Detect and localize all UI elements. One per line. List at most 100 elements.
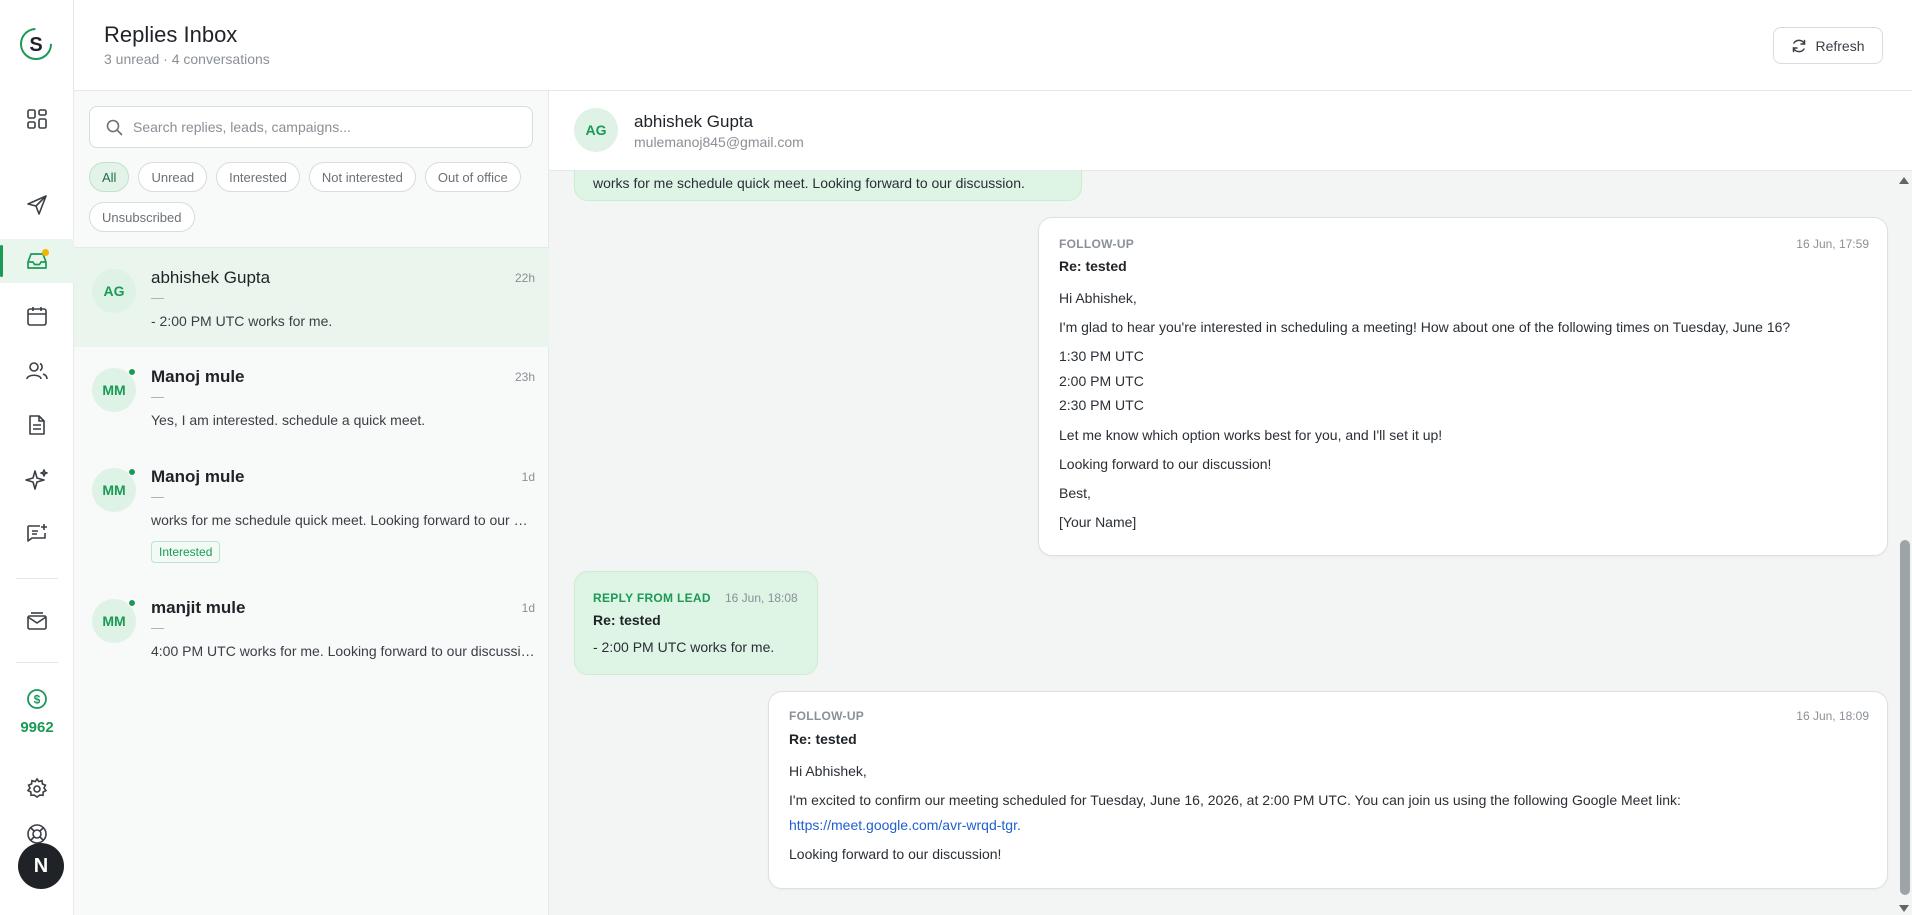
nav-calendar[interactable] xyxy=(0,294,74,338)
message-line: works for me schedule quick meet. Lookin… xyxy=(593,175,1025,191)
message-line: Hi Abhishek, xyxy=(1059,290,1137,306)
refresh-icon xyxy=(1793,39,1806,52)
unread-indicator xyxy=(128,468,136,476)
nav-campaigns[interactable] xyxy=(0,183,74,227)
message-time: 16 Jun, 18:09 xyxy=(1796,709,1869,723)
unread-dot xyxy=(42,249,49,256)
message-subject: Re: tested xyxy=(789,731,857,747)
message-line: Best, xyxy=(1059,485,1091,501)
message-reply-from-lead: REPLY FROM LEAD 16 Jun, 18:08 Re: tested… xyxy=(574,571,818,675)
conversation-name: Manoj mule xyxy=(151,367,245,386)
message-follow-up: FOLLOW-UP 16 Jun, 17:59 Re: tested Hi Ab… xyxy=(1038,217,1888,556)
conversation-item[interactable]: MM manjit mule 1d — 4:00 PM UTC works fo… xyxy=(74,578,549,678)
scroll-down-arrow-icon[interactable] xyxy=(1899,905,1909,912)
conversation-time: 1d xyxy=(521,470,535,484)
status-badge: Interested xyxy=(151,541,221,563)
message-line: I'm excited to confirm our meeting sched… xyxy=(789,792,1681,808)
user-avatar[interactable]: N xyxy=(18,843,64,889)
conversation-subject: — xyxy=(151,489,164,504)
send-icon xyxy=(27,195,47,215)
page-title: Replies Inbox xyxy=(104,22,238,47)
conversation-preview: - 2:00 PM UTC works for me. xyxy=(151,313,333,329)
filter-unread[interactable]: Unread xyxy=(138,162,208,192)
message-line: 1:30 PM UTC xyxy=(1059,348,1144,364)
chat-add-icon xyxy=(27,524,47,542)
conversation-preview: 4:00 PM UTC works for me. Looking forwar… xyxy=(151,643,535,659)
message-line: Hi Abhishek, xyxy=(789,763,867,779)
meet-link[interactable]: https://meet.google.com/avr-wrqd-tgr. xyxy=(789,817,1021,833)
unread-indicator xyxy=(128,599,136,607)
nav-inbox[interactable] xyxy=(0,239,74,283)
page-header: Replies Inbox 3 unread · 4 conversations… xyxy=(74,0,1912,91)
nav-conversations[interactable] xyxy=(0,512,74,556)
users-icon xyxy=(26,362,48,380)
conversation-list-panel: All Unread Interested Not interested Out… xyxy=(74,91,549,915)
dashboard-icon xyxy=(27,109,47,129)
message-time: 16 Jun, 18:08 xyxy=(725,591,798,605)
svg-text:$: $ xyxy=(34,693,41,707)
nav-ai[interactable] xyxy=(0,458,74,502)
dollar-circle-icon: $ xyxy=(27,689,47,709)
filter-unsubscribed[interactable]: Unsubscribed xyxy=(89,202,195,232)
unread-indicator xyxy=(128,368,136,376)
thread-panel: AG abhishek Gupta mulemanoj845@gmail.com… xyxy=(549,91,1912,915)
filter-out-of-office[interactable]: Out of office xyxy=(424,162,521,192)
message-line: [Your Name] xyxy=(1059,514,1137,530)
message-line: I'm glad to hear you're interested in sc… xyxy=(1059,319,1791,335)
refresh-button[interactable]: Refresh xyxy=(1773,27,1883,64)
conversation-preview: works for me schedule quick meet. Lookin… xyxy=(151,512,535,528)
filter-all[interactable]: All xyxy=(89,162,130,192)
rail-divider xyxy=(16,662,58,663)
conversation-item[interactable]: MM Manoj mule 23h — Yes, I am interested… xyxy=(74,347,549,447)
user-initial: N xyxy=(33,854,49,877)
message-line: 2:30 PM UTC xyxy=(1059,397,1144,413)
filter-interested[interactable]: Interested xyxy=(216,162,300,192)
conversation-item[interactable]: AG abhishek Gupta 22h — - 2:00 PM UTC wo… xyxy=(74,248,549,347)
thread-contact-email: mulemanoj845@gmail.com xyxy=(634,134,804,150)
settings-icon xyxy=(26,777,48,798)
rail-divider xyxy=(16,578,58,579)
conversation-name: manjit mule xyxy=(151,598,246,617)
nav-leads[interactable] xyxy=(0,349,74,393)
scroll-up-arrow-icon[interactable] xyxy=(1899,177,1909,184)
conversation-preview: Yes, I am interested. schedule a quick m… xyxy=(151,412,426,428)
search-input[interactable] xyxy=(133,119,513,135)
scrollbar-thumb[interactable] xyxy=(1900,540,1910,895)
conversation-item[interactable]: MM Manoj mule 1d — works for me schedule… xyxy=(74,447,549,578)
logo-icon: S xyxy=(20,28,52,60)
filter-not-interested[interactable]: Not interested xyxy=(308,162,416,192)
left-rail: S $ 9962 N xyxy=(0,0,74,915)
conversation-subject: — xyxy=(151,389,164,404)
message-subject: Re: tested xyxy=(593,612,661,628)
help-icon xyxy=(27,824,47,844)
conversation-subject: — xyxy=(151,290,164,305)
filter-chips: All Unread Interested Not interested Out… xyxy=(89,162,539,232)
nav-settings[interactable] xyxy=(0,767,74,811)
nav-templates[interactable] xyxy=(0,403,74,447)
message-follow-up: FOLLOW-UP 16 Jun, 18:09 Re: tested Hi Ab… xyxy=(768,691,1888,889)
nav-mailboxes[interactable] xyxy=(0,599,74,643)
calendar-icon xyxy=(27,307,47,326)
conversation-time: 1d xyxy=(521,601,535,615)
svg-text:S: S xyxy=(29,34,42,56)
conversation-name: abhishek Gupta xyxy=(151,268,271,287)
message-line: Looking forward to our discussion! xyxy=(1059,456,1272,472)
message-line: 2:00 PM UTC xyxy=(1059,373,1144,389)
message-line: Let me know which option works best for … xyxy=(1059,427,1443,443)
sparkle-icon xyxy=(25,469,48,490)
search-icon xyxy=(106,119,123,135)
message-line: Looking forward to our discussion! xyxy=(789,846,1002,862)
mail-stack-icon xyxy=(27,612,47,630)
document-icon xyxy=(29,415,45,435)
thread-avatar: AG xyxy=(574,108,618,152)
nav-dashboard[interactable] xyxy=(0,97,74,141)
app-logo[interactable]: S xyxy=(18,26,54,62)
page-subtitle: 3 unread · 4 conversations xyxy=(104,51,270,67)
conversation-time: 22h xyxy=(514,271,535,285)
credits[interactable]: $ 9962 xyxy=(0,688,74,736)
message-line: - 2:00 PM UTC works for me. xyxy=(593,639,775,655)
search-box[interactable] xyxy=(89,106,533,148)
conversation-time: 23h xyxy=(514,370,535,384)
conversation-subject: — xyxy=(151,620,164,635)
thread-contact-name: abhishek Gupta xyxy=(634,112,754,131)
